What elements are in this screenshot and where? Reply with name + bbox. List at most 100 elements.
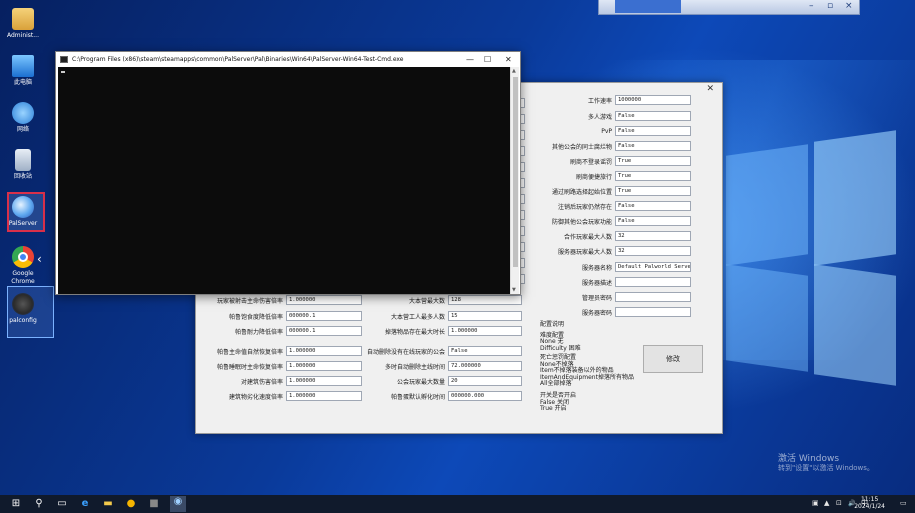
field-row: 自动删除没有在线玩家的公会 False xyxy=(365,346,522,356)
field-row: 刷商便捷旅行 True xyxy=(520,171,691,181)
save-button[interactable]: 修改 xyxy=(643,345,703,373)
scrollbar[interactable]: ▲ ▼ xyxy=(510,67,519,294)
desktop-icon-recycle-bin[interactable]: 回收站 xyxy=(4,149,42,181)
desktop-icon-palconfig[interactable]: palconfig xyxy=(4,293,42,325)
egg-hatch-time-input[interactable]: 000000.000 xyxy=(448,391,522,401)
maximize-button[interactable]: ☐ xyxy=(484,52,491,67)
close-button[interactable]: ✕ xyxy=(505,52,512,67)
field-row: 防御其他公会玩家功能 False xyxy=(520,216,691,226)
coop-max-input[interactable]: 32 xyxy=(615,231,691,241)
field-row: 帕鲁睡眠时主命恢复倍率 1.000000 xyxy=(200,361,362,371)
field-row: 管理员密码 xyxy=(520,292,691,302)
player-damage-input[interactable]: 1.000000 xyxy=(286,295,362,305)
drop-item-time-input[interactable]: 1.000000 xyxy=(448,326,522,336)
scroll-up-icon[interactable]: ▲ xyxy=(512,68,516,74)
login-penalty-input[interactable]: True xyxy=(615,156,691,166)
auto-delete-time-input[interactable]: 72.000000 xyxy=(448,361,522,371)
windows-start-icon[interactable]: ⊞ xyxy=(10,498,22,510)
pvp-input[interactable]: False xyxy=(615,126,691,136)
pal-stamina-input[interactable]: 000000.1 xyxy=(286,326,362,336)
field-row: 通过刷路选择起始位置 True xyxy=(520,186,691,196)
server-max-input[interactable]: 32 xyxy=(615,246,691,256)
chevron-left-icon: ‹ xyxy=(37,252,42,266)
building-decay-input[interactable]: 1.000000 xyxy=(286,391,362,401)
fast-travel-input[interactable]: True xyxy=(615,171,691,181)
pal-hp-regen-input[interactable]: 1.000000 xyxy=(286,346,362,356)
field-row: 多人游戏 False xyxy=(520,111,691,121)
desktop-icon-administrator[interactable]: Administ... xyxy=(4,8,42,40)
tray-chevron-icon[interactable]: ▲ xyxy=(824,499,829,508)
server-name-input[interactable]: Default Palworld Server xyxy=(615,262,691,272)
base-camp-max-input[interactable]: 128 xyxy=(448,295,522,305)
field-row: 合作玩家最大人数 32 xyxy=(520,231,691,241)
taskbar: ⊞ ⚲ ▭ e ▬ ● ■ ◉ ▣ ▲ ⊡ 🔊 中 11:15 2024/1/2… xyxy=(0,495,915,513)
console-window[interactable]: C:\Program Files (x86)\steam\steamapps\c… xyxy=(55,51,521,295)
field-row: 帕鲁主命值自然恢复倍率 1.000000 xyxy=(200,346,362,356)
search-icon[interactable]: ⚲ xyxy=(33,498,45,510)
scrollbar-thumb[interactable] xyxy=(513,77,518,267)
server-password-input[interactable] xyxy=(615,307,691,317)
notification-icon[interactable]: ▭ xyxy=(900,499,907,508)
terminal-icon[interactable]: ■ xyxy=(148,498,160,510)
field-row: 服务器密码 xyxy=(520,307,691,317)
network-icon[interactable]: ⊡ xyxy=(836,499,842,508)
edge-icon[interactable]: e xyxy=(79,498,91,510)
windows-logo-pane xyxy=(814,264,896,386)
file-explorer-icon[interactable]: ▬ xyxy=(102,498,114,510)
windows-logo-pane xyxy=(726,144,808,266)
guild-max-input[interactable]: 20 xyxy=(448,376,522,386)
guild-defense-input[interactable]: False xyxy=(615,216,691,226)
server-description-input[interactable] xyxy=(615,277,691,287)
windows-logo-pane xyxy=(726,264,808,372)
field-row: 服务器名称 Default Palworld Server xyxy=(581,262,691,272)
field-row: 大本营工人最多人数 15 xyxy=(365,311,522,321)
field-row: PvP False xyxy=(520,126,691,136)
chrome-icon[interactable]: ● xyxy=(125,498,137,510)
work-speed-input[interactable]: 1000000 xyxy=(615,95,691,105)
terminal-icon xyxy=(60,56,68,63)
cursor xyxy=(61,71,65,73)
clock[interactable]: 11:15 2024/1/24 xyxy=(854,496,885,510)
field-row: 多时自动删除主线时间 72.000000 xyxy=(365,361,522,371)
desktop-icon-palserver[interactable]: PalServer xyxy=(4,196,42,228)
field-row: 其他公会的同士腐烂物 False xyxy=(520,141,691,151)
remote-connection-bar[interactable]: – ▫ × xyxy=(598,0,860,15)
auto-delete-guild-input[interactable]: False xyxy=(448,346,522,356)
close-icon[interactable]: ✕ xyxy=(706,84,714,94)
guild-item-input[interactable]: False xyxy=(615,141,691,151)
pal-hunger-input[interactable]: 000000.1 xyxy=(286,311,362,321)
console-title: C:\Program Files (x86)\steam\steamapps\c… xyxy=(56,52,520,67)
start-location-input[interactable]: True xyxy=(615,186,691,196)
field-row: 服务器玩家最大人数 32 xyxy=(520,246,691,256)
tray-icon[interactable]: ▣ xyxy=(812,499,819,508)
admin-password-input[interactable] xyxy=(615,292,691,302)
field-row: 帕鲁耐力降低倍率 000000.1 xyxy=(200,326,362,336)
field-row: 帕鲁饱食度降低倍率 000000.1 xyxy=(200,311,362,321)
multiplayer-input[interactable]: False xyxy=(615,111,691,121)
logout-persist-input[interactable]: False xyxy=(615,201,691,211)
chrome-icon xyxy=(12,246,34,268)
pal-sleep-regen-input[interactable]: 1.000000 xyxy=(286,361,362,371)
field-row: 建筑物劣化速度倍率 1.000000 xyxy=(200,391,362,401)
config-notes-difficulty: 配置说明 难度配置 None 无 Difficulty 困难 xyxy=(540,321,581,352)
restore-icon[interactable]: ▫ xyxy=(827,1,833,12)
signal-indicator xyxy=(615,0,681,13)
base-worker-max-input[interactable]: 15 xyxy=(448,311,522,321)
field-row: 服务器描述 xyxy=(520,277,691,287)
building-damage-input[interactable]: 1.000000 xyxy=(286,376,362,386)
computer-icon xyxy=(12,55,34,77)
scroll-down-icon[interactable]: ▼ xyxy=(512,287,516,293)
network-icon xyxy=(12,102,34,124)
field-row: 公会玩家最大数量 20 xyxy=(365,376,522,386)
desktop-icon-this-pc[interactable]: 此电脑 xyxy=(4,55,42,87)
palconfig-icon xyxy=(12,293,34,315)
minimize-icon[interactable]: – xyxy=(809,1,814,12)
user-folder-icon xyxy=(12,8,34,30)
palserver-icon[interactable]: ◉ xyxy=(170,496,186,512)
desktop-icon-network[interactable]: 网络 xyxy=(4,102,42,134)
recycle-bin-icon xyxy=(15,149,31,171)
minimize-button[interactable]: — xyxy=(466,52,474,67)
close-icon[interactable]: × xyxy=(845,1,853,12)
console-output[interactable] xyxy=(58,67,510,294)
task-view-icon[interactable]: ▭ xyxy=(56,498,68,510)
